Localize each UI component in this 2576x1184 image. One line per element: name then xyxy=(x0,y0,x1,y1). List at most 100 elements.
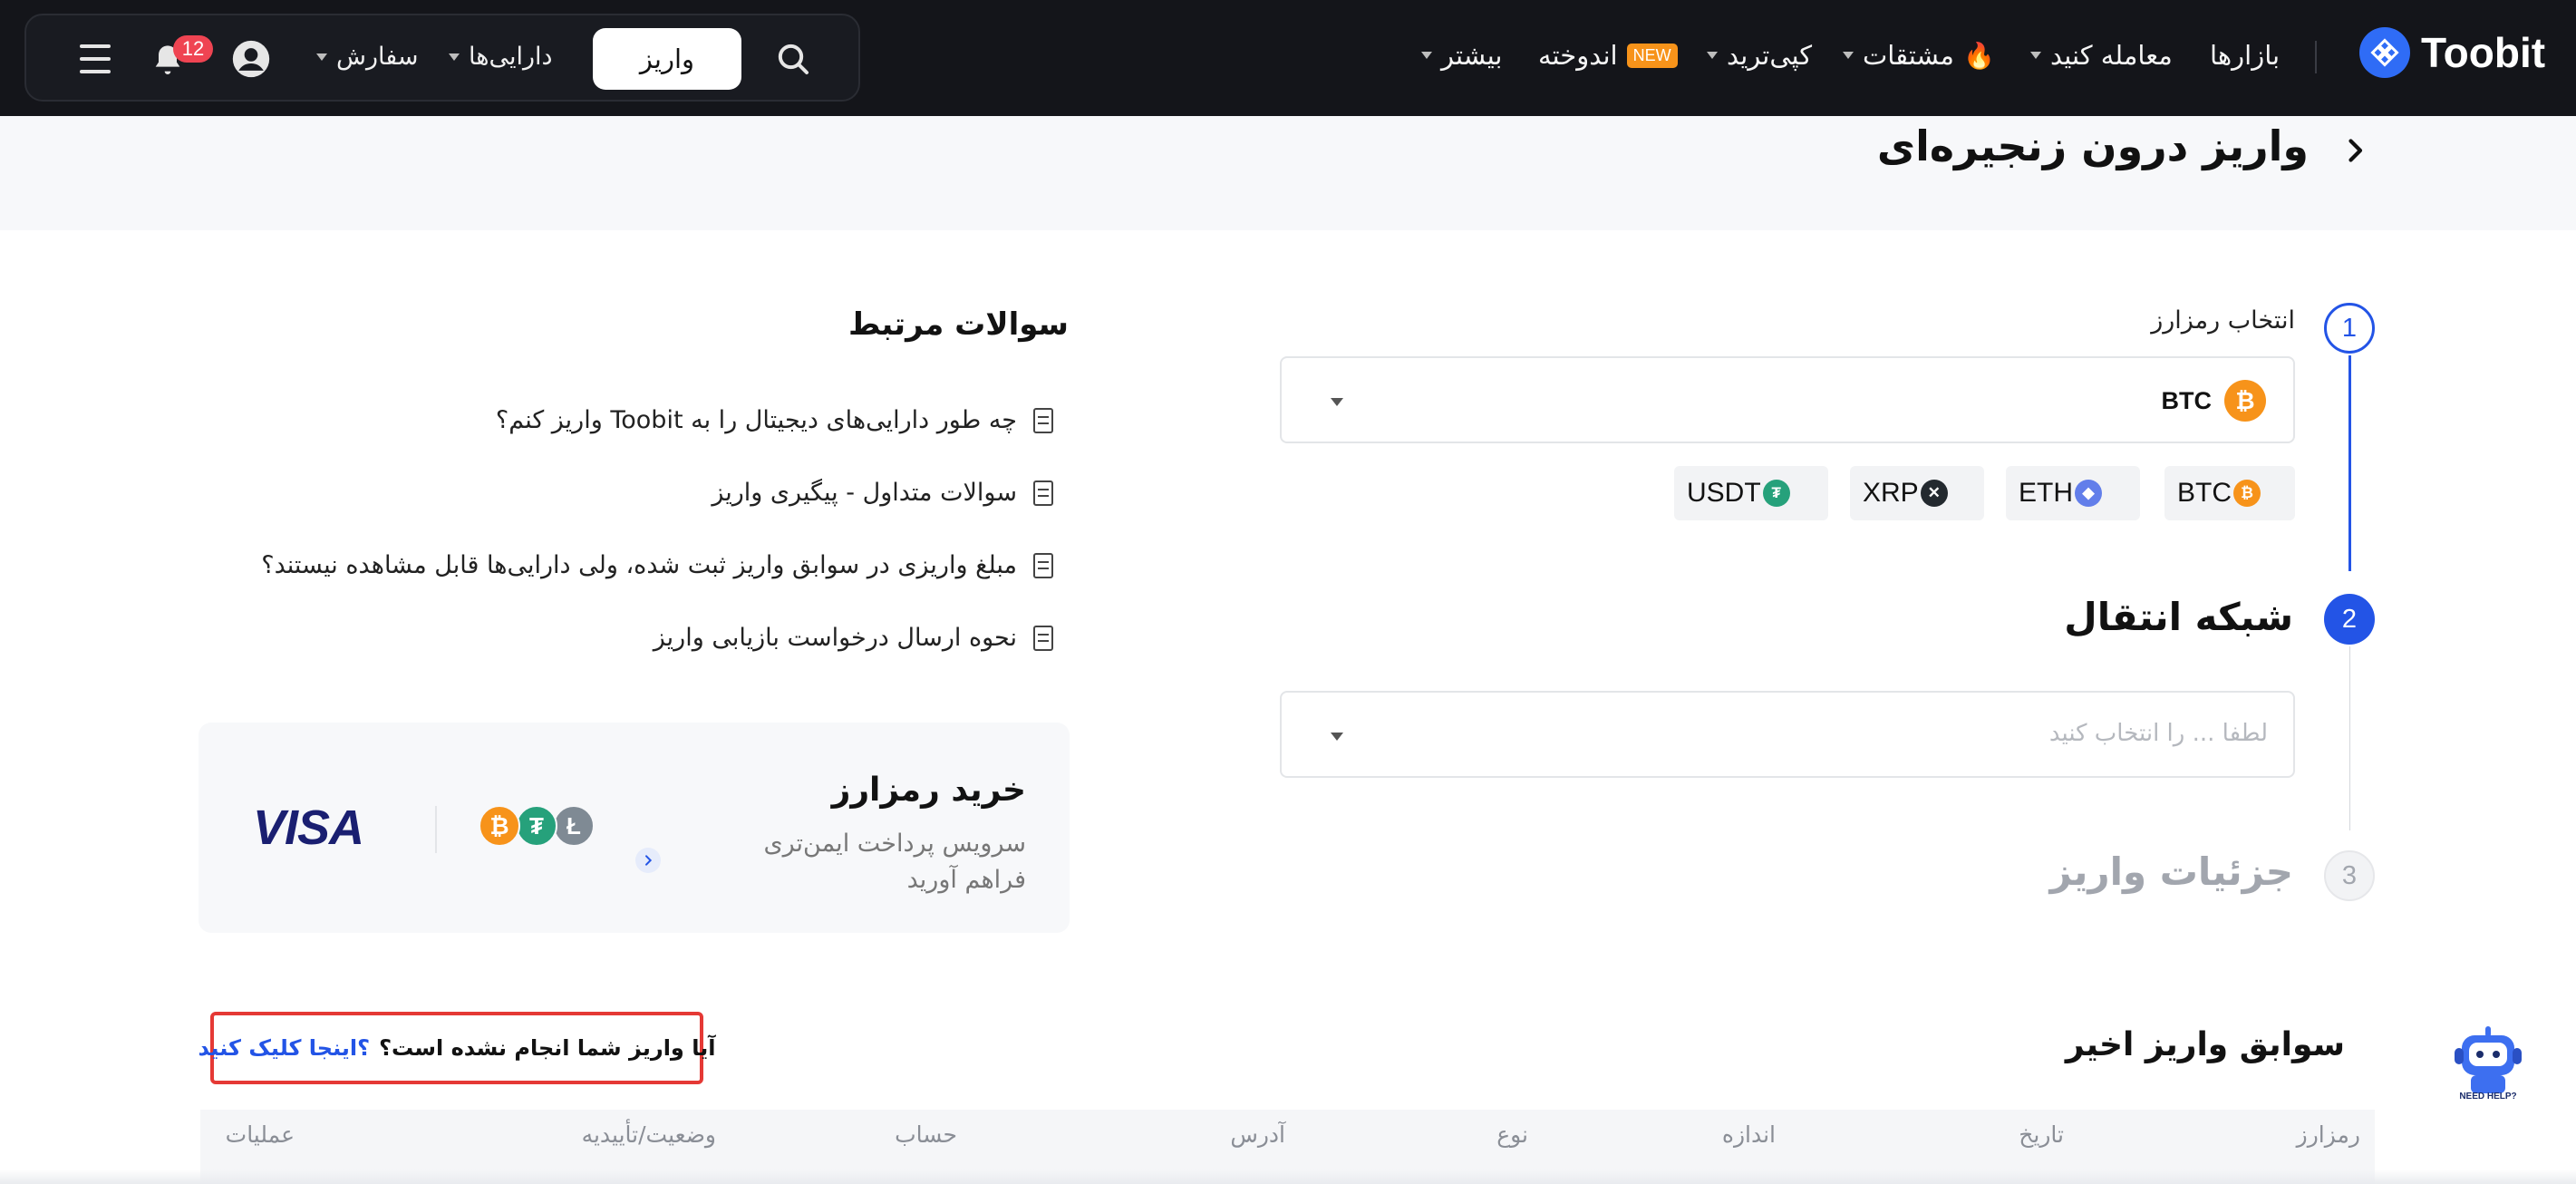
document-icon xyxy=(1033,407,1053,433)
coin-select[interactable]: BTC ₿ xyxy=(1280,356,2295,443)
visa-logo: VISA xyxy=(253,801,364,855)
nav-divider xyxy=(2315,41,2317,73)
column-header-date: تاریخ xyxy=(2019,1121,2064,1148)
column-header-account: حساب xyxy=(895,1121,957,1148)
user-avatar-icon[interactable] xyxy=(231,39,271,79)
btc-icon: ₿ xyxy=(2224,380,2266,422)
nav-markets[interactable]: بازارها xyxy=(2210,40,2280,71)
toobit-logo[interactable]: Toobit xyxy=(2359,27,2545,78)
buy-card-title: خرید رمزارز xyxy=(831,772,1026,809)
faq-link[interactable]: سوالات متداول - پیگیری واریز xyxy=(712,479,1053,507)
coin-chip-btc[interactable]: BTC ₿ xyxy=(2164,466,2295,520)
nav-derivatives[interactable]: مشتقات 🔥 xyxy=(1843,40,1995,71)
chevron-down-icon xyxy=(1331,733,1343,741)
step-1-label: انتخاب رمزارز xyxy=(2151,306,2295,335)
column-header-type: نوع xyxy=(1496,1121,1528,1148)
chevron-down-icon xyxy=(1707,52,1718,59)
hamburger-menu-icon[interactable] xyxy=(75,41,115,77)
utility-panel: 12 سفارش دارایی‌ها واریز xyxy=(24,14,860,102)
coin-chip-label: USDT xyxy=(1687,478,1761,508)
coin-chip-xrp[interactable]: XRP ✕ xyxy=(1850,466,1984,520)
document-icon xyxy=(1033,552,1053,578)
buy-card-subtitle: سرویس پرداخت ایمن‌تری فراهم آورید xyxy=(763,830,1026,894)
step-3-indicator: 3 xyxy=(2324,850,2375,901)
notifications-count-badge: 12 xyxy=(173,35,213,63)
deposit-button[interactable]: واریز xyxy=(593,28,741,90)
assets-menu[interactable]: دارایی‌ها xyxy=(449,43,553,71)
selected-coin-label: BTC xyxy=(2161,386,2213,414)
nav-more[interactable]: بیشتر xyxy=(1421,40,1502,71)
chevron-down-icon xyxy=(449,53,460,61)
deposit-issue-notice: آیا واریز شما انجام نشده است؟ ؟اینجا کلی… xyxy=(199,1012,715,1084)
assets-label: دارایی‌ها xyxy=(469,43,553,71)
orders-label: سفارش xyxy=(336,43,419,71)
nav-derivatives-label: مشتقات xyxy=(1863,40,1954,71)
step-2-indicator: 2 xyxy=(2324,594,2375,645)
eth-icon: ◆ xyxy=(2075,480,2102,507)
network-placeholder: لطفا ... را انتخاب کنید xyxy=(2048,720,2268,747)
document-icon xyxy=(1033,625,1053,651)
ltc-icon: Ł xyxy=(553,805,595,847)
nav-earn-label: اندوخته xyxy=(1538,40,1618,71)
selected-coin: BTC ₿ xyxy=(2161,380,2266,422)
btc-icon: ₿ xyxy=(2233,480,2261,507)
nav-earn[interactable]: اندوخته NEW xyxy=(1538,40,1678,71)
orders-menu[interactable]: سفارش xyxy=(316,43,419,71)
toobit-logo-icon xyxy=(2359,27,2410,78)
btc-icon: ₿ xyxy=(479,805,520,847)
column-header-status: وضعیت/تأییدیه xyxy=(581,1121,716,1148)
deposit-issue-link[interactable]: ؟اینجا کلیک کنید xyxy=(199,1035,371,1061)
back-chevron-icon[interactable] xyxy=(2339,134,2371,167)
chevron-right-icon xyxy=(635,848,661,873)
new-badge: NEW xyxy=(1626,43,1678,68)
step-connector xyxy=(2348,355,2351,571)
bottom-fade xyxy=(0,1169,2576,1184)
step-3-label: جزئیات واریز xyxy=(2049,849,2294,894)
buy-crypto-card[interactable]: خرید رمزارز سرویس پرداخت ایمن‌تری فراهم … xyxy=(199,723,1070,933)
step-connector xyxy=(2349,646,2350,830)
chevron-down-icon xyxy=(1331,398,1343,406)
card-divider xyxy=(435,806,437,853)
coin-chip-usdt[interactable]: USDT ₮ xyxy=(1674,466,1828,520)
faq-link-label: نحوه ارسال درخواست بازیابی واریز xyxy=(653,624,1017,652)
step-1-indicator: 1 xyxy=(2324,303,2375,354)
coin-stack: Ł ₮ ₿ xyxy=(479,805,596,849)
deposit-issue-text: آیا واریز شما انجام نشده است؟ xyxy=(379,1035,716,1061)
notifications-bell-icon[interactable]: 12 xyxy=(148,35,213,82)
help-bot-icon[interactable]: NEED HELP? xyxy=(2449,1023,2527,1104)
chevron-down-icon xyxy=(1843,52,1854,59)
usdt-icon: ₮ xyxy=(1762,480,1790,507)
help-bot-label: NEED HELP? xyxy=(2459,1092,2516,1102)
faq-title: سوالات مرتبط xyxy=(848,306,1069,343)
faq-link[interactable]: نحوه ارسال درخواست بازیابی واریز xyxy=(654,624,1053,652)
column-header-coin: رمزارز xyxy=(2296,1121,2360,1148)
column-header-actions: عملیات xyxy=(225,1121,295,1148)
nav-copy-trade[interactable]: کپی‌ترید xyxy=(1707,40,1812,71)
coin-chip-label: BTC xyxy=(2177,478,2232,508)
faq-link[interactable]: چه طور دارایی‌های دیجیتال را به Toobit و… xyxy=(496,406,1053,434)
column-header-amount: اندازه xyxy=(1721,1121,1776,1148)
fire-icon: 🔥 xyxy=(1962,40,1995,71)
document-icon xyxy=(1033,480,1053,506)
nav-markets-label: بازارها xyxy=(2210,40,2281,71)
network-select[interactable]: لطفا ... را انتخاب کنید xyxy=(1280,691,2295,778)
chevron-down-icon xyxy=(316,53,327,61)
column-header-address: آدرس xyxy=(1230,1121,1285,1148)
logo-text: Toobit xyxy=(2421,29,2546,76)
page-title: واریز درون زنجیره‌ای xyxy=(1876,121,2309,170)
nav-trade[interactable]: معامله کنید xyxy=(2030,40,2173,71)
step-2-label: شبکه انتقال xyxy=(2064,595,2293,639)
coin-chip-label: XRP xyxy=(1863,478,1919,508)
coin-chip-eth[interactable]: ETH ◆ xyxy=(2006,466,2140,520)
nav-copy-trade-label: کپی‌ترید xyxy=(1727,40,1813,71)
chevron-down-icon xyxy=(1421,52,1432,59)
faq-link-label: چه طور دارایی‌های دیجیتال را به Toobit و… xyxy=(495,406,1017,434)
nav-trade-label: معامله کنید xyxy=(2050,40,2173,71)
faq-link-label: سوالات متداول - پیگیری واریز xyxy=(712,479,1017,507)
search-icon[interactable] xyxy=(775,39,815,79)
faq-link[interactable]: مبلغ واریزی در سوابق واریز ثبت شده، ولی … xyxy=(261,551,1053,579)
chevron-down-icon xyxy=(2030,52,2041,59)
recent-deposits-title: سوابق واریز اخیر xyxy=(2065,1026,2345,1063)
faq-link-label: مبلغ واریزی در سوابق واریز ثبت شده، ولی … xyxy=(261,551,1017,579)
nav-more-label: بیشتر xyxy=(1441,40,1503,71)
